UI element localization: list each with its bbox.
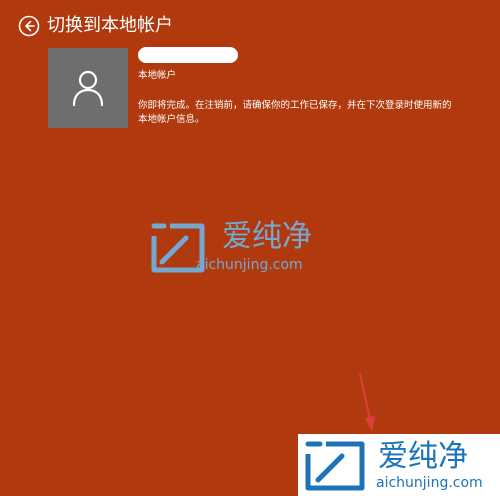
- page-header: 切换到本地帐户: [18, 12, 173, 40]
- watermark-corner: 爱纯净 aichunjing.com: [298, 434, 500, 496]
- signout-message: 你即将完成。在注销前，请确保你的工作已保存，并在下次登录时使用新的本地帐户信息。: [138, 100, 452, 125]
- annotation-arrow-icon: [359, 373, 375, 432]
- watermark-corner-url: aichunjing.com: [376, 475, 483, 491]
- back-arrow-icon[interactable]: [18, 15, 40, 37]
- avatar: [48, 48, 128, 128]
- watermark-corner-brand: 爱纯净: [378, 439, 468, 474]
- watermark-logo-icon: [305, 441, 365, 491]
- username-redaction: [138, 47, 238, 63]
- watermark-url: aichunjing.com: [196, 257, 303, 273]
- watermark-brand: 爱纯净: [222, 219, 312, 254]
- page-title: 切换到本地帐户: [47, 15, 173, 36]
- account-type-label: 本地帐户: [138, 70, 177, 81]
- watermark-center: 爱纯净 aichunjing.com: [150, 220, 360, 280]
- user-avatar-icon: [72, 70, 104, 107]
